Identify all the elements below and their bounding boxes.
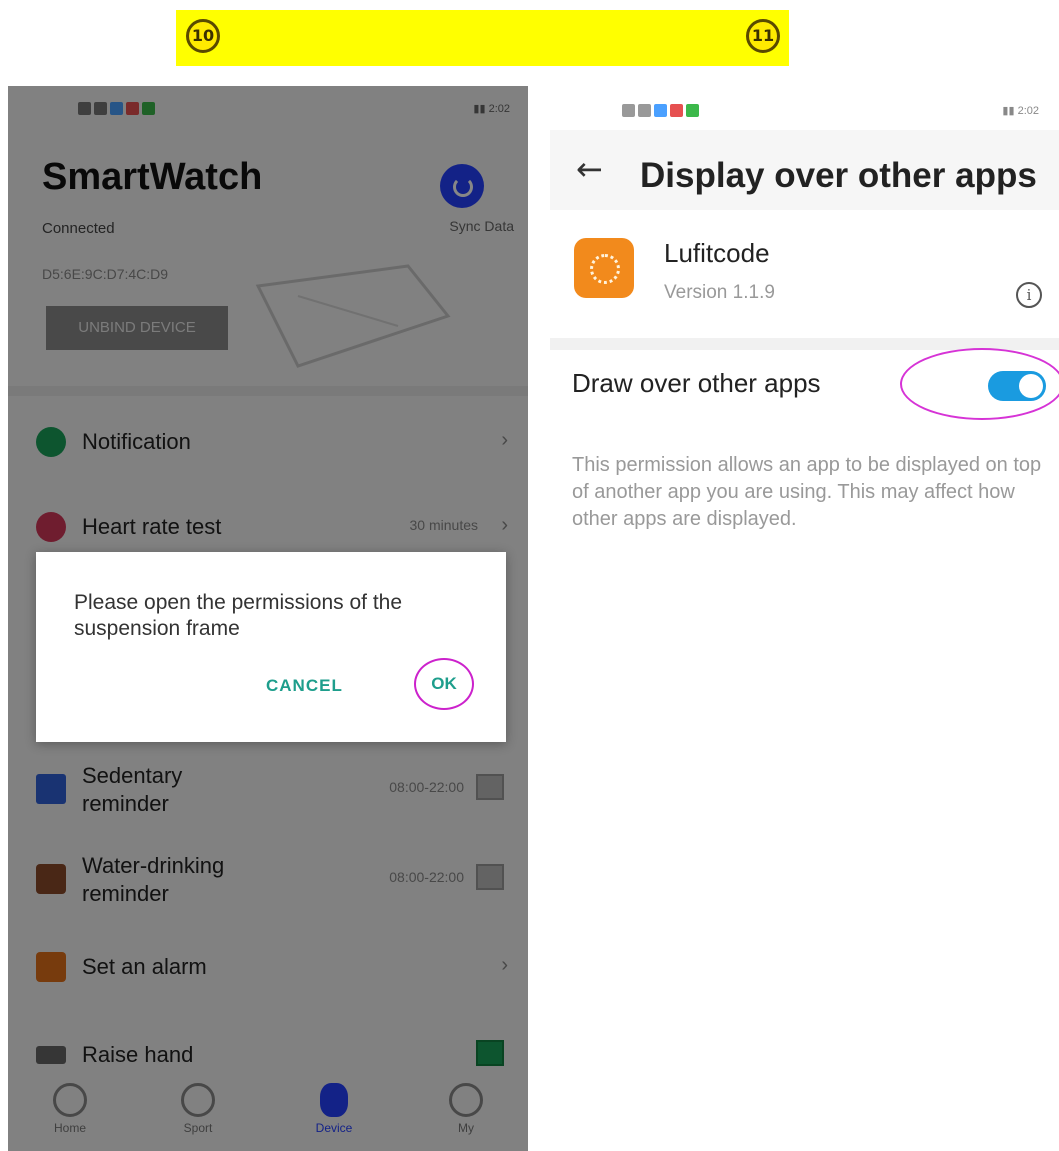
header-bar: ← Display over other apps [550,130,1059,210]
cancel-button[interactable]: CANCEL [266,676,343,696]
app-name: Lufitcode [664,238,770,268]
toggle-knob [1019,374,1043,398]
display-over-apps-screen: ▮▮ 2:02 ← Display over other apps Lufitc… [550,86,1059,1151]
battery-icon: ▮▮ 2:02 [1002,105,1039,117]
app-version: Version 1.1.9 [664,282,775,303]
permission-dialog: Please open the permissions of the suspe… [36,552,506,742]
step-number-11: 11 [746,19,780,53]
draw-over-apps-toggle[interactable] [988,371,1046,401]
step-banner: 10 11 [176,10,789,66]
signal-icons [622,104,702,117]
page-title: Display over other apps [640,156,1037,195]
ok-button[interactable]: OK [414,658,474,710]
status-bar: ▮▮ 2:02 [550,86,1059,132]
status-time: 2:02 [1017,105,1039,117]
step-number-10: 10 [186,19,220,53]
smartwatch-screen: ▮▮ 2:02 SmartWatch Connected D5:6E:9C:D7… [8,86,528,1151]
info-icon[interactable]: i [1016,282,1042,308]
app-icon [574,238,634,298]
draw-over-apps-label: Draw over other apps [572,368,821,398]
dialog-message: Please open the permissions of the suspe… [74,591,403,640]
back-arrow-icon[interactable]: ← [576,150,603,188]
permission-description: This permission allows an app to be disp… [572,454,1042,530]
